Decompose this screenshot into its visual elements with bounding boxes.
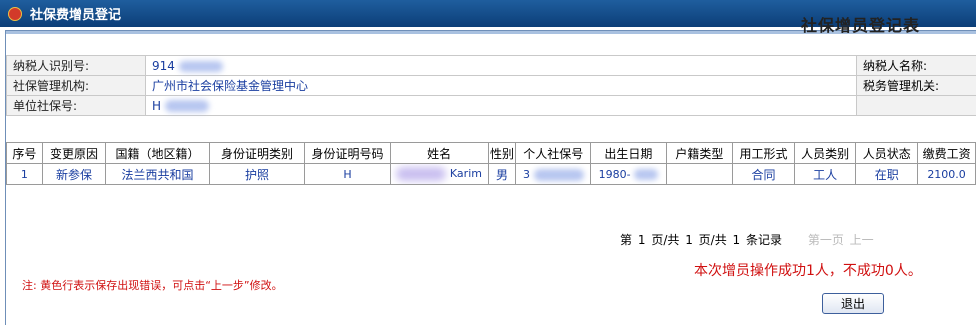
table-row[interactable]: 1 新参保 法兰西共和国 护照 H Karim 男 3 1980- 合同 工人 … (6, 163, 976, 185)
table-header-row: 序号 变更原因 国籍（地区籍） 身份证明类别 身份证明号码 姓名 性别 个人社保… (6, 142, 976, 164)
pager-text: 页/共 (698, 233, 727, 247)
info-row: 单位社保号: H (6, 95, 976, 116)
exit-button[interactable]: 退出 (822, 293, 884, 314)
empty-cell (856, 95, 976, 116)
cell-employment: 合同 (732, 163, 795, 185)
error-note: 注: 黄色行表示保存出现错误，可点击“上一步”修改。 (22, 279, 283, 292)
cell-hukou (665, 163, 734, 185)
employee-table: 序号 变更原因 国籍（地区籍） 身份证明类别 身份证明号码 姓名 性别 个人社保… (6, 142, 976, 185)
agency-value: 广州市社会保险基金管理中心 (145, 75, 857, 96)
taxpayer-id-text: 914 (152, 58, 175, 73)
taxpayer-info-table: 纳税人识别号: 914 纳税人名称: 社保管理机构: 广州市社会保险基金管理中心… (6, 55, 976, 116)
pager-text: 第 (620, 233, 633, 247)
col-header: 序号 (6, 142, 43, 164)
result-message: 本次增员操作成功1人，不成功0人。 (694, 263, 922, 279)
cell-id-type: 护照 (208, 163, 306, 185)
taxpayer-name-label: 纳税人名称: (856, 55, 976, 76)
redacted-mask (533, 168, 584, 181)
pager-total-pages: 1 (685, 233, 693, 247)
cell-category: 工人 (793, 163, 857, 185)
taxpayer-id-label: 纳税人识别号: (6, 55, 146, 76)
col-header: 变更原因 (41, 142, 107, 164)
agency-label: 社保管理机构: (6, 75, 146, 96)
col-header: 人员状态 (855, 142, 919, 164)
cell-status: 在职 (855, 163, 919, 185)
info-row: 社保管理机构: 广州市社会保险基金管理中心 税务管理机关: (6, 75, 976, 96)
col-header: 性别 (487, 142, 517, 164)
unit-no-label: 单位社保号: (6, 95, 146, 116)
col-header: 国籍（地区籍） (105, 142, 210, 164)
cell-social-no: 3 (515, 163, 592, 185)
redacted-mask (634, 169, 659, 180)
cell-wage: 2100.0 (917, 163, 976, 185)
cell-gender: 男 (487, 163, 517, 185)
col-header: 人员类别 (793, 142, 857, 164)
pager-current-page: 1 (637, 233, 646, 247)
id-no-text: H (343, 167, 352, 181)
cell-birth: 1980- (590, 163, 667, 185)
page-title: 社保增员登记表 (800, 16, 920, 35)
col-header: 用工形式 (732, 142, 795, 164)
col-header: 姓名 (389, 142, 489, 164)
col-header: 身份证明类别 (208, 142, 306, 164)
unit-no-text: H (152, 98, 162, 113)
tax-office-label: 税务管理机关: (856, 75, 976, 96)
pager-text: 页/共 (651, 233, 680, 247)
name-text: Karim (449, 167, 482, 180)
cell-seq: 1 (6, 163, 43, 185)
col-header: 缴费工资 (917, 142, 976, 164)
col-header: 出生日期 (590, 142, 667, 164)
col-header: 身份证明号码 (304, 142, 391, 164)
cell-id-no: H (304, 163, 391, 185)
unit-no-value: H (145, 95, 857, 116)
col-header: 户籍类型 (665, 142, 734, 164)
cell-name: Karim (389, 163, 489, 185)
info-row: 纳税人识别号: 914 纳税人名称: (6, 55, 976, 76)
cell-reason: 新参保 (41, 163, 107, 185)
pager-text: 条记录 (746, 233, 783, 247)
pager: 第 1 页/共 1 页/共 1 条记录 第一页 上一 (620, 231, 874, 248)
pager-nav-links[interactable]: 第一页 上一 (808, 233, 874, 247)
birth-text: 1980- (598, 167, 631, 181)
col-header: 个人社保号 (515, 142, 592, 164)
taxpayer-id-value: 914 (145, 55, 857, 76)
tax-emblem-icon (8, 6, 22, 21)
cell-nationality: 法兰西共和国 (105, 163, 210, 185)
redacted-mask (178, 60, 223, 72)
redacted-mask (396, 167, 447, 181)
social-no-text: 3 (523, 167, 530, 181)
redacted-mask (164, 100, 209, 112)
window-title: 社保费增员登记 (30, 8, 122, 23)
pager-record-count: 1 (732, 233, 741, 247)
